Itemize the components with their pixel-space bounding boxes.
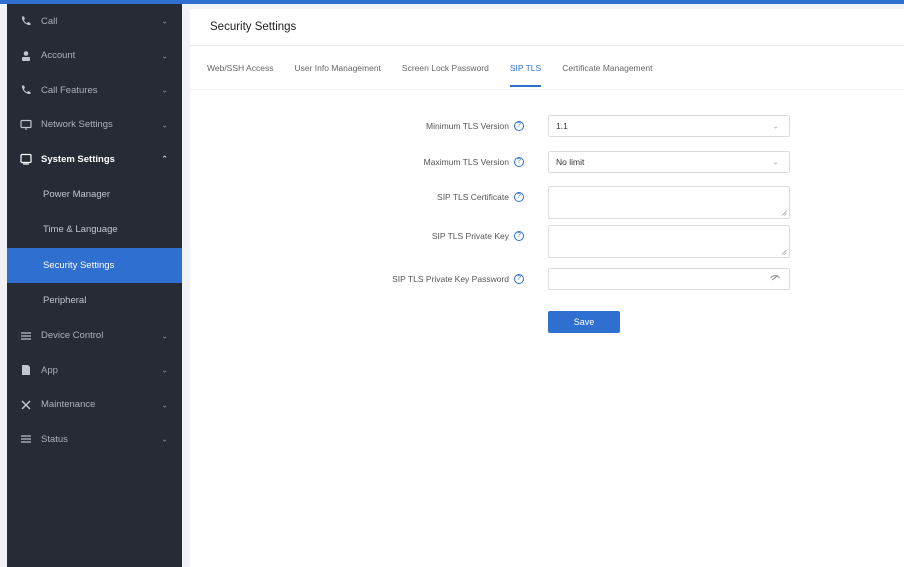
sidebar-subitem-peripheral[interactable]: Peripheral xyxy=(7,283,182,319)
field-label-text: SIP TLS Certificate xyxy=(437,192,509,202)
sidebar-subitem-time-language[interactable]: Time & Language xyxy=(7,212,182,248)
sidebar-item-maintenance[interactable]: Maintenance ⌄ xyxy=(7,388,182,423)
sidebar-item-label: Call Features xyxy=(41,84,98,96)
tools-icon xyxy=(19,398,33,412)
list-icon xyxy=(19,329,33,343)
sidebar-item-label: Status xyxy=(41,433,68,445)
help-icon[interactable]: ? xyxy=(514,274,524,284)
chevron-down-icon: ⌄ xyxy=(772,157,779,167)
min-tls-row: Minimum TLS Version ? 1.1 ⌄ xyxy=(190,115,904,137)
sidebar-item-network-settings[interactable]: Network Settings ⌄ xyxy=(7,108,182,143)
private-key-label: SIP TLS Private Key ? xyxy=(432,225,524,247)
chevron-down-icon: ⌄ xyxy=(161,51,168,61)
tab-user-info-management[interactable]: User Info Management xyxy=(294,46,380,90)
max-tls-row: Maximum TLS Version ? No limit ⌄ xyxy=(190,151,904,173)
page-title: Security Settings xyxy=(210,21,297,33)
sidebar-item-label: Call xyxy=(41,15,58,27)
network-icon xyxy=(19,118,33,132)
private-key-password-label: SIP TLS Private Key Password ? xyxy=(392,268,524,290)
sidebar: Call ⌄ Account ⌄ Call Features ⌄ Network… xyxy=(7,4,182,567)
sidebar-item-system-settings[interactable]: System Settings ⌃ xyxy=(7,142,182,177)
chevron-down-icon: ⌄ xyxy=(161,16,168,26)
private-key-row: SIP TLS Private Key ? xyxy=(190,225,904,258)
private-key-password-row: SIP TLS Private Key Password ? xyxy=(190,268,904,290)
help-icon[interactable]: ? xyxy=(514,192,524,202)
chevron-down-icon: ⌄ xyxy=(161,434,168,444)
max-tls-label: Maximum TLS Version ? xyxy=(424,151,524,173)
min-tls-label: Minimum TLS Version ? xyxy=(426,115,524,137)
sidebar-item-device-control[interactable]: Device Control ⌄ xyxy=(7,319,182,354)
sip-tls-private-key-password-input[interactable] xyxy=(548,268,790,290)
tab-bar: Web/SSH Access User Info Management Scre… xyxy=(190,46,904,90)
field-label-text: Minimum TLS Version xyxy=(426,121,509,131)
chevron-down-icon: ⌄ xyxy=(161,365,168,375)
phone-handset-icon xyxy=(19,83,33,97)
sidebar-item-label: System Settings xyxy=(41,153,115,165)
chevron-down-icon: ⌄ xyxy=(161,400,168,410)
sidebar-item-call[interactable]: Call ⌄ xyxy=(7,4,182,39)
cert-row: SIP TLS Certificate ? xyxy=(190,186,904,219)
tab-screen-lock-password[interactable]: Screen Lock Password xyxy=(402,46,489,90)
user-icon xyxy=(19,49,33,63)
sidebar-subitem-power-manager[interactable]: Power Manager xyxy=(7,177,182,213)
sidebar-item-label: Network Settings xyxy=(41,119,113,131)
max-tls-select[interactable]: No limit ⌄ xyxy=(548,151,790,173)
phone-icon xyxy=(19,14,33,28)
field-label-text: Maximum TLS Version xyxy=(423,157,509,167)
sidebar-item-app[interactable]: App ⌄ xyxy=(7,353,182,388)
system-settings-icon xyxy=(19,152,33,166)
chevron-down-icon: ⌄ xyxy=(161,120,168,130)
sidebar-item-call-features[interactable]: Call Features ⌄ xyxy=(7,73,182,108)
save-button[interactable]: Save xyxy=(548,311,620,333)
sidebar-subitem-security-settings[interactable]: Security Settings xyxy=(7,247,182,283)
main-panel: Security Settings Web/SSH Access User In… xyxy=(190,9,904,567)
tab-certificate-management[interactable]: Certificate Management xyxy=(562,46,652,90)
tab-sip-tls[interactable]: SIP TLS xyxy=(509,46,542,90)
sidebar-item-label: App xyxy=(41,364,58,376)
field-label-text: SIP TLS Private Key xyxy=(431,231,509,241)
app-icon xyxy=(19,363,33,377)
chevron-down-icon: ⌄ xyxy=(161,331,168,341)
cert-label: SIP TLS Certificate ? xyxy=(437,186,524,208)
list-icon xyxy=(19,432,33,446)
field-label-text: SIP TLS Private Key Password xyxy=(392,274,509,284)
sidebar-item-label: Account xyxy=(41,50,76,62)
sip-tls-private-key-textarea[interactable] xyxy=(548,225,790,258)
chevron-down-icon: ⌄ xyxy=(772,121,779,131)
help-icon[interactable]: ? xyxy=(514,157,524,167)
sidebar-item-label: Device Control xyxy=(41,330,104,342)
tab-web-ssh-access[interactable]: Web/SSH Access xyxy=(207,46,273,90)
chevron-down-icon: ⌄ xyxy=(161,85,168,95)
chevron-up-icon: ⌃ xyxy=(161,154,168,164)
resize-handle-icon[interactable] xyxy=(781,249,787,255)
sip-tls-certificate-textarea[interactable] xyxy=(548,186,790,219)
help-icon[interactable]: ? xyxy=(514,121,524,131)
sidebar-item-status[interactable]: Status ⌄ xyxy=(7,422,182,457)
select-value: No limit xyxy=(556,157,585,167)
page-header: Security Settings xyxy=(190,9,904,46)
min-tls-select[interactable]: 1.1 ⌄ xyxy=(548,115,790,137)
sidebar-item-label: Maintenance xyxy=(41,399,96,411)
select-value: 1.1 xyxy=(556,121,568,131)
sidebar-item-account[interactable]: Account ⌄ xyxy=(7,39,182,74)
resize-handle-icon[interactable] xyxy=(781,210,787,216)
help-icon[interactable]: ? xyxy=(514,231,524,241)
eye-hidden-icon[interactable] xyxy=(770,275,780,284)
